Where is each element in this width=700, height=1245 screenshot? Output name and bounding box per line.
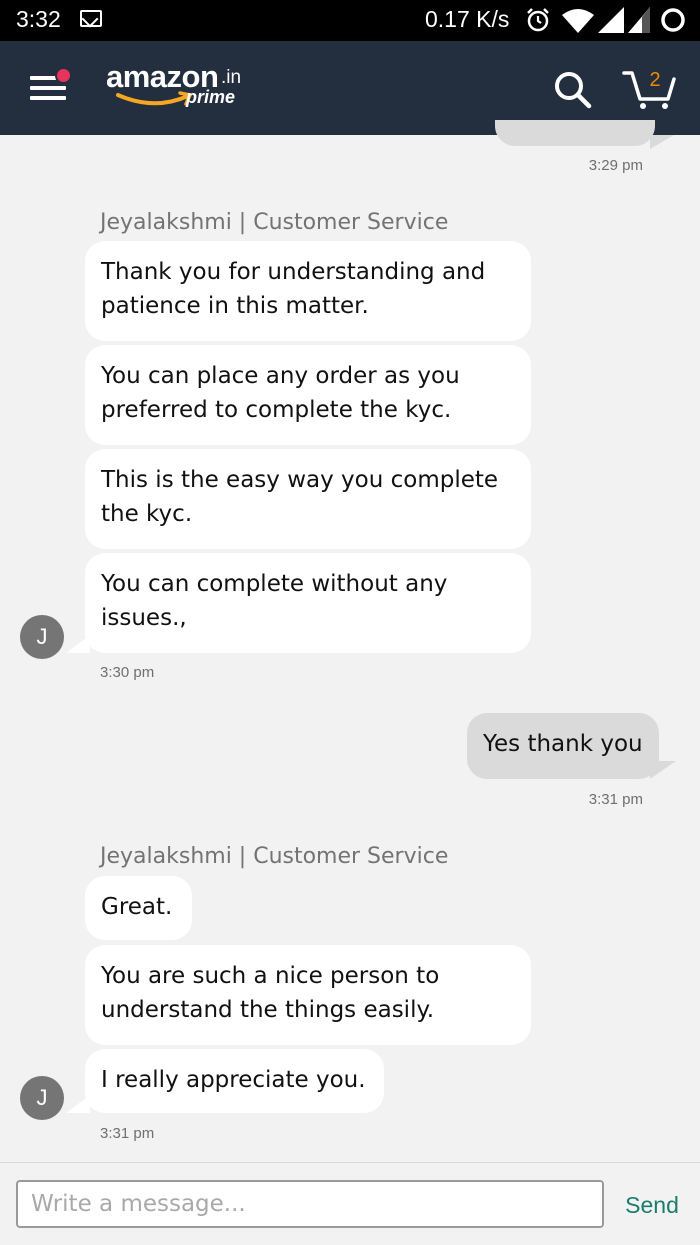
agent-message-bubble: I really appreciate you.	[85, 1049, 384, 1113]
agent-name: Jeyalakshmi | Customer Service	[100, 210, 449, 235]
agent-message-bubble: You can place any order as you preferred…	[85, 345, 531, 445]
agent-message-bubble: Thank you for understanding and patience…	[85, 241, 531, 341]
alarm-icon	[527, 8, 549, 32]
bubble-tail	[66, 1095, 90, 1113]
logo-suffix: .in	[221, 67, 242, 88]
message-timestamp: 3:29 pm	[588, 157, 643, 174]
wifi-icon	[562, 9, 594, 33]
avatar: J	[20, 1076, 64, 1120]
message-composer: Send	[0, 1162, 700, 1245]
search-icon[interactable]	[552, 69, 592, 109]
bubble-tail	[650, 761, 676, 779]
smile-arrow-icon	[116, 91, 193, 106]
menu-line	[30, 96, 66, 100]
network-speed: 0.17 K/s	[425, 6, 510, 32]
cart-count: 2	[649, 69, 661, 91]
agent-name: Jeyalakshmi | Customer Service	[100, 844, 449, 869]
logo-prime: prime	[186, 87, 236, 107]
message-timestamp: 3:30 pm	[100, 664, 155, 681]
menu-button[interactable]	[30, 67, 72, 102]
notification-dot	[55, 67, 72, 84]
menu-line	[30, 86, 66, 90]
message-timestamp: 3:31 pm	[100, 1125, 155, 1142]
message-input[interactable]	[16, 1180, 604, 1228]
user-message-bubble	[495, 120, 655, 146]
cart-button[interactable]: 2	[622, 67, 678, 111]
send-button[interactable]: Send	[612, 1185, 692, 1225]
signal-icon	[628, 7, 650, 33]
agent-message-bubble: You can complete without any issues.,	[85, 553, 531, 653]
message-timestamp: 3:31 pm	[588, 791, 643, 808]
gmail-icon	[80, 10, 102, 27]
avatar: J	[20, 615, 64, 659]
status-time: 3:32	[16, 6, 61, 32]
signal-icon	[598, 7, 624, 33]
agent-message-bubble: Great.	[85, 876, 192, 940]
circle-icon	[661, 8, 685, 32]
user-message-bubble: Yes thank you	[467, 713, 659, 779]
bubble-tail	[66, 635, 90, 653]
agent-message-bubble: This is the easy way you complete the ky…	[85, 449, 531, 549]
status-bar: 3:32 0.17 K/s	[0, 0, 700, 41]
amazon-prime-logo[interactable]: amazon .in prime	[106, 59, 266, 117]
agent-message-bubble: You are such a nice person to understand…	[85, 945, 531, 1045]
bubble-tail	[650, 135, 674, 149]
